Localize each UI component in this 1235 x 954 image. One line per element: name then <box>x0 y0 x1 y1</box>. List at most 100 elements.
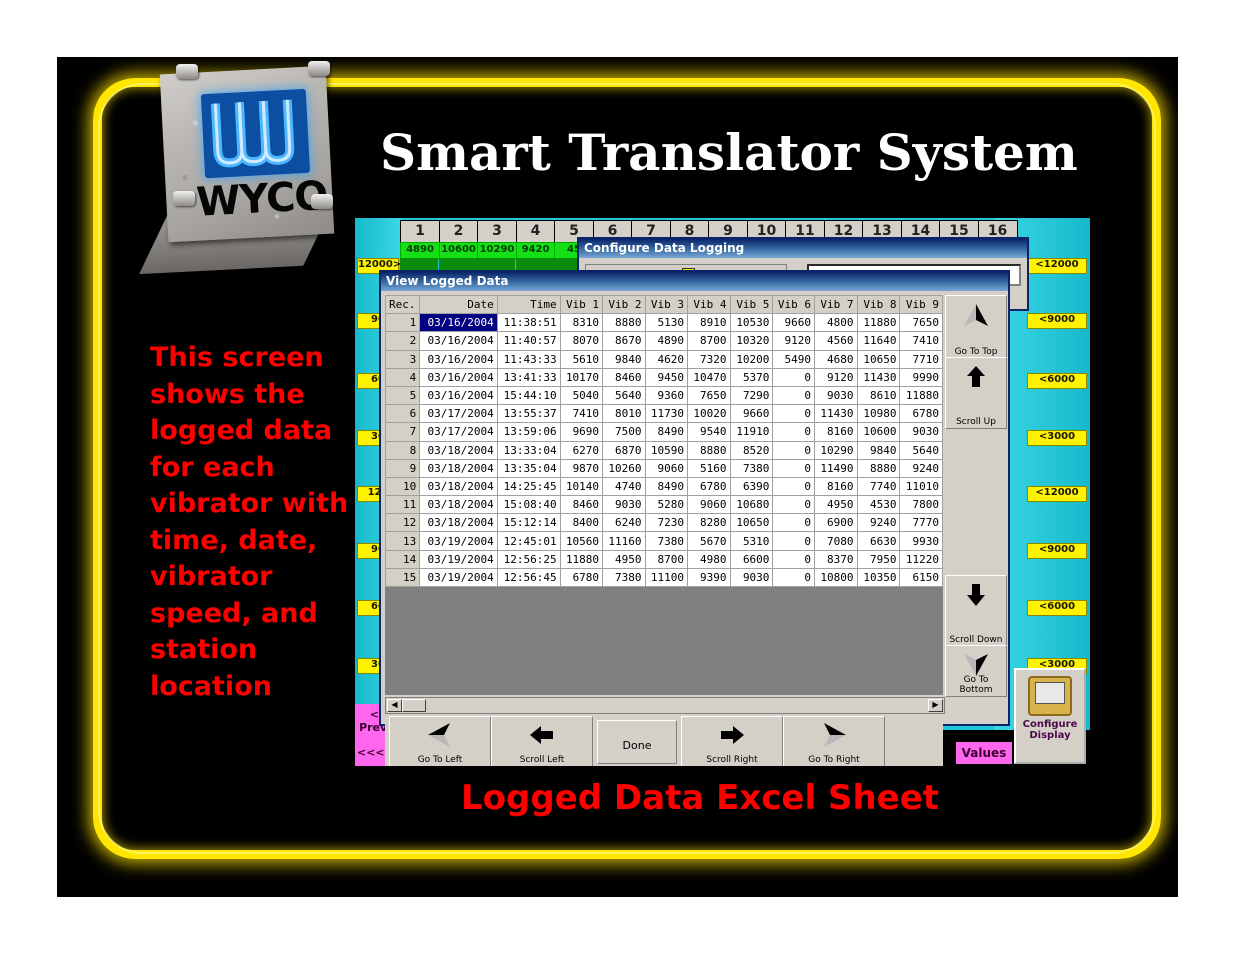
table-cell[interactable]: 4560 <box>814 331 858 351</box>
table-cell[interactable]: 8880 <box>687 440 731 460</box>
scrollbar-left-arrow-icon[interactable]: ◀ <box>387 699 402 712</box>
table-cell[interactable]: 5670 <box>687 531 731 551</box>
table-cell[interactable]: 8490 <box>644 476 689 497</box>
table-cell[interactable]: 11880 <box>559 549 604 569</box>
table-cell[interactable]: 2 <box>385 331 421 351</box>
table-cell[interactable]: 0 <box>772 458 816 478</box>
table-cell[interactable]: 9840 <box>856 440 901 460</box>
logged-data-grid-container[interactable]: Rec. Date Time Vib 1 Vib 2 Vib 3 Vib 4 Vib 5 Vib… <box>385 295 943 695</box>
table-cell[interactable]: 4530 <box>856 495 901 515</box>
table-cell[interactable]: 9240 <box>899 458 943 478</box>
table-cell[interactable]: 0 <box>772 476 816 497</box>
table-cell[interactable]: 8610 <box>856 385 901 406</box>
button-scroll-down[interactable]: Scroll Down <box>945 575 1007 647</box>
table-cell[interactable]: 12:56:45 <box>496 567 561 588</box>
table-row[interactable]: 5 03/16/2004 15:44:10 5040 5640 9360 7650 7290 0… <box>385 385 943 406</box>
table-cell[interactable]: 10800 <box>814 567 858 588</box>
table-cell[interactable]: 03/19/2004 <box>419 567 498 588</box>
table-cell[interactable]: 7770 <box>899 513 943 533</box>
table-cell[interactable]: 7380 <box>729 458 774 478</box>
table-cell[interactable]: 03/18/2004 <box>419 476 498 497</box>
column-header-time[interactable]: Time <box>496 295 561 315</box>
table-cell[interactable]: 11220 <box>899 549 943 569</box>
table-cell[interactable]: 8910 <box>687 313 731 333</box>
table-cell[interactable]: 4680 <box>814 349 858 369</box>
table-cell[interactable]: 6900 <box>814 513 858 533</box>
table-cell[interactable]: 0 <box>772 422 816 442</box>
table-cell[interactable]: 7410 <box>899 331 943 351</box>
column-header-vib-2[interactable]: Vib 2 <box>602 295 646 315</box>
table-cell[interactable]: 7380 <box>644 531 689 551</box>
table-cell[interactable]: 8010 <box>602 404 646 424</box>
table-cell[interactable]: 9120 <box>814 367 858 387</box>
table-cell[interactable]: 0 <box>772 404 816 424</box>
table-cell[interactable]: 9030 <box>729 567 774 588</box>
table-cell[interactable]: 10200 <box>729 349 774 369</box>
table-cell[interactable]: 6780 <box>687 476 731 497</box>
table-cell[interactable]: 9240 <box>856 513 901 533</box>
table-cell[interactable]: 03/17/2004 <box>419 422 498 442</box>
table-cell[interactable]: 11430 <box>856 367 901 387</box>
table-cell[interactable]: 0 <box>772 367 816 387</box>
table-cell[interactable]: 03/16/2004 <box>419 385 498 406</box>
table-cell[interactable]: 8670 <box>602 331 646 351</box>
table-cell[interactable]: 4800 <box>814 313 858 333</box>
station-tab-2[interactable]: 2 <box>438 220 479 243</box>
table-cell[interactable]: 0 <box>772 385 816 406</box>
table-cell[interactable]: 10260 <box>602 458 646 478</box>
table-cell[interactable]: 8310 <box>559 313 604 333</box>
button-scroll-up[interactable]: Scroll Up <box>945 357 1007 429</box>
table-cell[interactable]: 9690 <box>559 422 604 442</box>
column-header-rec[interactable]: Rec. <box>385 295 421 315</box>
table-cell[interactable]: 7 <box>385 422 421 442</box>
button-go-to-right[interactable]: Go To Right <box>783 716 885 766</box>
table-cell[interactable]: 03/19/2004 <box>419 531 498 551</box>
column-header-vib-9[interactable]: Vib 9 <box>899 295 943 315</box>
table-cell[interactable]: 7710 <box>899 349 943 369</box>
table-cell[interactable]: 03/16/2004 <box>419 367 498 387</box>
table-cell[interactable]: 8880 <box>856 458 901 478</box>
table-cell[interactable]: 0 <box>772 495 816 515</box>
table-row[interactable]: 4 03/16/2004 13:41:33 10170 8460 9450 10470 537… <box>385 367 943 387</box>
table-cell[interactable]: 9930 <box>899 531 943 551</box>
table-cell[interactable]: 3 <box>385 349 421 369</box>
table-cell[interactable]: 8880 <box>602 313 646 333</box>
table-cell[interactable]: 7410 <box>559 404 604 424</box>
table-cell[interactable]: 03/19/2004 <box>419 549 498 569</box>
table-cell[interactable]: 6630 <box>856 531 901 551</box>
table-row[interactable]: 14 03/19/2004 12:56:25 11880 4950 8700 4980 660… <box>385 549 943 569</box>
table-cell[interactable]: 11160 <box>602 531 646 551</box>
table-cell[interactable]: 10140 <box>559 476 604 497</box>
table-cell[interactable]: 0 <box>772 440 816 460</box>
table-cell[interactable]: 7800 <box>899 495 943 515</box>
horizontal-navigation-buttons[interactable]: Go To Left Scroll Left Done Scroll Right Go … <box>385 714 943 766</box>
table-cell[interactable]: 9360 <box>644 385 689 406</box>
table-cell[interactable]: 0 <box>772 567 816 588</box>
table-cell[interactable]: 03/16/2004 <box>419 349 498 369</box>
table-cell[interactable]: 4950 <box>814 495 858 515</box>
table-cell[interactable]: 03/18/2004 <box>419 440 498 460</box>
table-cell[interactable]: 11010 <box>899 476 943 497</box>
scrollbar-right-arrow-icon[interactable]: ▶ <box>928 699 943 712</box>
station-tab-4[interactable]: 4 <box>515 220 556 243</box>
table-cell[interactable]: 11:40:57 <box>496 331 561 351</box>
table-row[interactable]: 6 03/17/2004 13:55:37 7410 8010 11730 10020 966… <box>385 404 943 424</box>
table-cell[interactable]: 5370 <box>729 367 774 387</box>
table-cell[interactable]: 6390 <box>729 476 774 497</box>
table-cell[interactable]: 5640 <box>899 440 943 460</box>
table-cell[interactable]: 9030 <box>899 422 943 442</box>
table-cell[interactable]: 4980 <box>687 549 731 569</box>
column-header-vib-8[interactable]: Vib 8 <box>856 295 901 315</box>
table-cell[interactable]: 10590 <box>644 440 689 460</box>
table-cell[interactable]: 7230 <box>644 513 689 533</box>
table-cell[interactable]: 6150 <box>899 567 943 588</box>
table-cell[interactable]: 11:38:51 <box>496 313 561 333</box>
table-cell[interactable]: 8070 <box>559 331 604 351</box>
table-cell[interactable]: 8400 <box>559 513 604 533</box>
table-cell[interactable]: 13 <box>385 531 421 551</box>
view-logged-data-window[interactable]: View Logged Data Rec. Date Time Vib 1 Vib 2V… <box>379 270 1010 766</box>
column-header-vib-6[interactable]: Vib 6 <box>772 295 816 315</box>
table-cell[interactable]: 9450 <box>644 367 689 387</box>
table-cell[interactable]: 11730 <box>644 404 689 424</box>
table-row[interactable]: 12 03/18/2004 15:12:14 8400 6240 7230 8280 1065… <box>385 513 943 533</box>
